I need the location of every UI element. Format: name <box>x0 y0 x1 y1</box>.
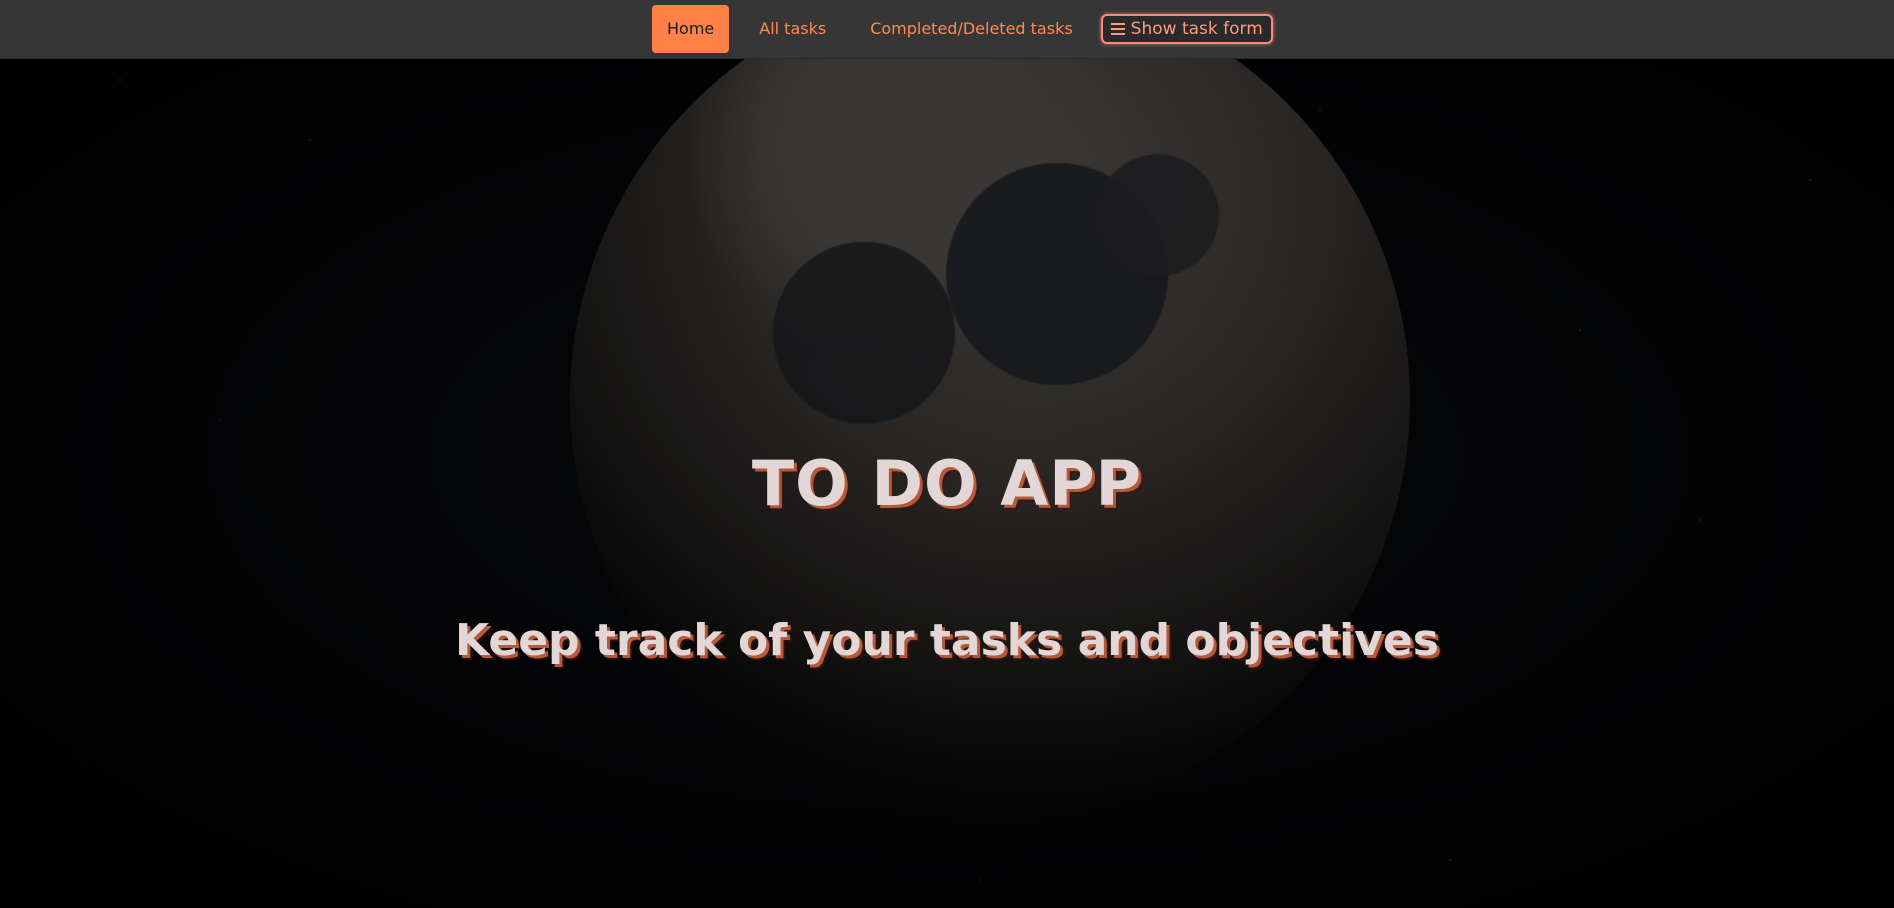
moon-background-image <box>570 0 1410 820</box>
show-task-form-label: Show task form <box>1130 19 1263 39</box>
show-task-form-button[interactable]: Show task form <box>1100 14 1273 44</box>
nav-completed-deleted-link[interactable]: Completed/Deleted tasks <box>848 5 1094 53</box>
nav-links: Home All tasks Completed/Deleted tasks S… <box>652 4 1273 54</box>
top-navbar: Home All tasks Completed/Deleted tasks S… <box>0 0 1894 59</box>
list-icon <box>1110 23 1125 35</box>
nav-all-tasks-link[interactable]: All tasks <box>737 5 848 53</box>
page: Home All tasks Completed/Deleted tasks S… <box>0 0 1894 908</box>
nav-home-link[interactable]: Home <box>652 5 730 53</box>
hero-title: TO DO APP <box>751 446 1143 520</box>
hero-subtitle: Keep track of your tasks and objectives <box>455 614 1439 666</box>
